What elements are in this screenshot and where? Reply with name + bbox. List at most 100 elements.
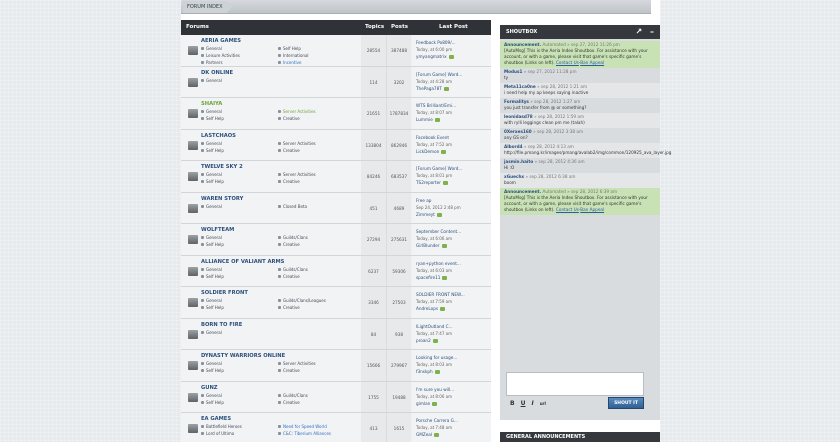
- last-post-user[interactable]: f3nskph: [416, 369, 440, 374]
- shoutbox-messages[interactable]: Announcement. Automated » sep 27, 2012 1…: [500, 41, 671, 386]
- subforum-link[interactable]: Server Activities: [278, 141, 316, 146]
- forum-row[interactable]: SOLDIER FRONT General Self Help Guilds/Clan…: [181, 287, 491, 319]
- subforum-link[interactable]: Creative: [278, 400, 300, 405]
- format-url-button[interactable]: url: [540, 401, 546, 406]
- format-b-button[interactable]: B: [510, 400, 515, 407]
- subforum-link[interactable]: Guilds/Clans/Leagues: [278, 298, 326, 303]
- format-u-button[interactable]: U: [521, 400, 526, 407]
- shout-user[interactable]: 0Xerxes160: [504, 129, 532, 134]
- last-post-user[interactable]: proan2: [416, 338, 438, 343]
- last-post-title[interactable]: Feedback Po809/...: [416, 40, 456, 45]
- subforum-link[interactable]: Server Activities: [278, 109, 316, 114]
- last-post-title[interactable]: SOLDIER FRONT NEW...: [416, 292, 465, 297]
- shout-it-button[interactable]: SHOUT IT: [608, 397, 644, 409]
- subforum-link[interactable]: C&C: Tiberium Alliances: [278, 431, 331, 436]
- last-post-title[interactable]: [Forum Game] Word...: [416, 72, 462, 77]
- forum-title[interactable]: GUNZ: [201, 385, 218, 391]
- ban-appeal-link[interactable]: Ban Appeal: [580, 60, 604, 65]
- subforum-link[interactable]: Creative: [278, 116, 300, 121]
- last-post-user[interactable]: ThePaga78T: [416, 86, 449, 91]
- forum-title[interactable]: DK ONLINE: [201, 70, 233, 76]
- subforum-link[interactable]: General: [201, 298, 222, 303]
- subforum-link[interactable]: Closed Beta: [278, 204, 307, 209]
- last-post-title[interactable]: Looking for usage...: [416, 355, 457, 360]
- subforum-link[interactable]: General: [201, 172, 222, 177]
- subforum-link[interactable]: Incentive: [278, 60, 301, 65]
- forum-row[interactable]: GUNZ General Self Help Guilds/Clans Creative…: [181, 381, 491, 413]
- last-post-title[interactable]: Facebook Event: [416, 135, 449, 140]
- subforum-link[interactable]: Server Activities: [278, 361, 316, 366]
- forum-title[interactable]: SHAIYA: [201, 101, 222, 107]
- subforum-link[interactable]: Guilds/Clans: [278, 267, 308, 272]
- forum-row[interactable]: BORN TO FIRE General 84 938 ILightOutland…: [181, 318, 491, 350]
- forum-title[interactable]: DYNASTY WARRIORS ONLINE: [201, 353, 285, 359]
- shout-user[interactable]: Announcement.: [504, 189, 541, 194]
- subforum-link[interactable]: Lord of Ultima: [201, 431, 234, 436]
- forum-row[interactable]: LASTCHAOS General Self Help Server Activiti…: [181, 129, 491, 161]
- last-post-title[interactable]: Porsche Carrera G...: [416, 418, 458, 423]
- shout-user[interactable]: Announcement.: [504, 42, 541, 47]
- subforum-link[interactable]: International: [278, 53, 309, 58]
- forum-title[interactable]: TWELVE SKY 2: [201, 164, 243, 170]
- last-post-user[interactable]: GirlBlunder: [416, 243, 447, 248]
- subforum-link[interactable]: General: [201, 78, 222, 83]
- forum-title[interactable]: WOLFTEAM: [201, 227, 234, 233]
- forum-row[interactable]: WOLFTEAM General Self Help Guilds/Clans Crea…: [181, 224, 491, 256]
- last-post-user[interactable]: GMZeal: [416, 432, 439, 437]
- forum-title[interactable]: WAREN STORY: [201, 196, 243, 202]
- subforum-link[interactable]: Creative: [278, 368, 300, 373]
- forum-title[interactable]: LASTCHAOS: [201, 133, 236, 139]
- subforum-link[interactable]: General: [201, 204, 222, 209]
- shout-user[interactable]: jasmin.haito: [504, 159, 533, 164]
- last-post-user[interactable]: ymyangmatrix: [416, 54, 454, 59]
- contact-us-link[interactable]: Contact Us: [556, 207, 579, 212]
- forum-row[interactable]: DK ONLINE General 114 3202 [Forum Game] W…: [181, 66, 491, 98]
- subforum-link[interactable]: General: [201, 141, 222, 146]
- forum-row[interactable]: TWELVE SKY 2 General Self Help Server Activ…: [181, 161, 491, 193]
- forum-row[interactable]: SHAIYA General Self Help Server Activities C…: [181, 98, 491, 130]
- subforum-link[interactable]: Self Help: [278, 46, 301, 51]
- shoutbox-input[interactable]: [506, 372, 644, 396]
- subforum-link[interactable]: General: [201, 361, 222, 366]
- ban-appeal-link[interactable]: Ban Appeal: [580, 207, 604, 212]
- subforum-link[interactable]: Self Help: [201, 274, 224, 279]
- forum-row[interactable]: ALLIANCE OF VALIANT ARMS General Self Help…: [181, 255, 491, 287]
- subforum-link[interactable]: General: [201, 235, 222, 240]
- last-post-title[interactable]: WTS Brilliant/Emi...: [416, 103, 456, 108]
- last-post-user[interactable]: TS2reporter: [416, 180, 448, 185]
- last-post-user[interactable]: AndreLops: [416, 306, 445, 311]
- shout-user[interactable]: Formalitys: [504, 99, 529, 104]
- last-post-title[interactable]: ryan+python event...: [416, 261, 461, 266]
- subforum-link[interactable]: General: [201, 267, 222, 272]
- forum-title[interactable]: SOLDIER FRONT: [201, 290, 248, 296]
- subforum-link[interactable]: Server Activities: [278, 172, 316, 177]
- forum-title[interactable]: ALLIANCE OF VALIANT ARMS: [201, 259, 284, 265]
- last-post-user[interactable]: gimlan: [416, 401, 437, 406]
- subforum-link[interactable]: General: [201, 46, 222, 51]
- subforum-link[interactable]: Creative: [278, 274, 300, 279]
- forum-row[interactable]: DYNASTY WARRIORS ONLINE General Self Help S…: [181, 350, 491, 382]
- subforum-link[interactable]: Guilds/Clans: [278, 235, 308, 240]
- subforum-link[interactable]: Self Help: [201, 305, 224, 310]
- subforum-link[interactable]: Creative: [278, 148, 300, 153]
- last-post-user[interactable]: Lummie: [416, 117, 440, 122]
- subforum-link[interactable]: Creative: [278, 179, 300, 184]
- last-post-title[interactable]: [Forum Game] Word...: [416, 166, 462, 171]
- expand-icon[interactable]: ↗: [636, 27, 643, 36]
- subforum-link[interactable]: Self Help: [201, 148, 224, 153]
- subforum-link[interactable]: Need for Speed World: [278, 424, 327, 429]
- subforum-link[interactable]: General: [201, 109, 222, 114]
- forum-row[interactable]: WAREN STORY General Closed Beta 451 4689 F…: [181, 192, 491, 224]
- last-post-user[interactable]: spacefire11: [416, 275, 447, 280]
- last-post-title[interactable]: I'm sure you will...: [416, 387, 454, 392]
- forum-row[interactable]: AERIA GAMES General Leisure Activities Part…: [181, 35, 491, 67]
- subforum-link[interactable]: Guilds/Clans: [278, 393, 308, 398]
- last-post-title[interactable]: ILightOutland C...: [416, 324, 453, 329]
- subforum-link[interactable]: Battlefield Heroes: [201, 424, 242, 429]
- subforum-link[interactable]: General: [201, 330, 222, 335]
- shout-user[interactable]: leonidasd78: [504, 114, 533, 119]
- subforum-link[interactable]: Self Help: [201, 400, 224, 405]
- forum-title[interactable]: EA GAMES: [201, 416, 231, 422]
- subforum-link[interactable]: Self Help: [201, 179, 224, 184]
- shout-user[interactable]: xGuechx: [504, 174, 524, 179]
